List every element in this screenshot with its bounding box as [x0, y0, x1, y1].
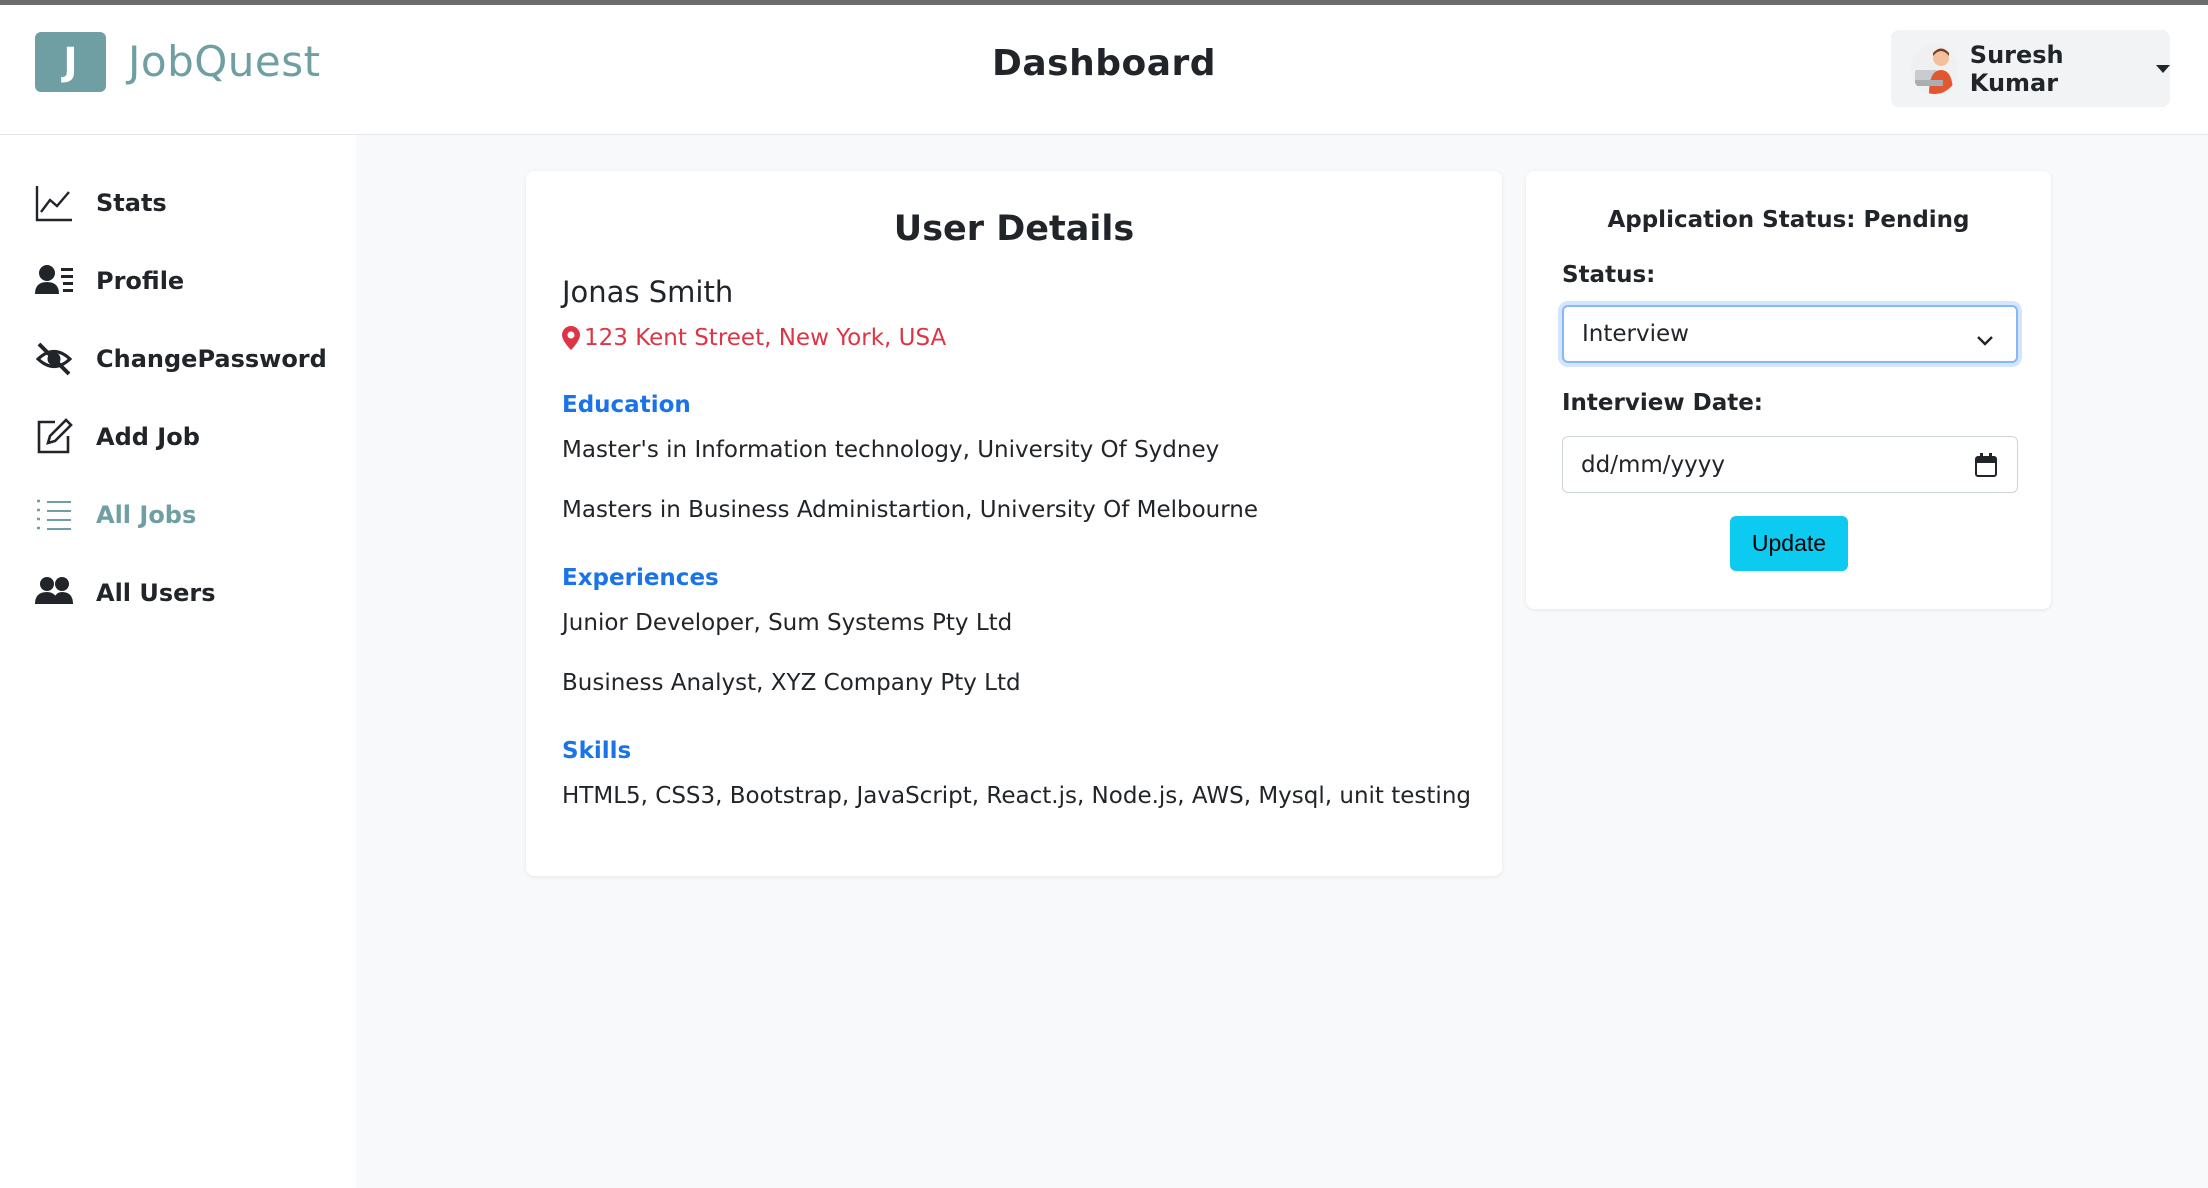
- user-details-card: User Details Jonas Smith 123 Kent Street…: [526, 171, 1502, 876]
- sidebar: Stats Profile ChangePassword Add Job All…: [0, 135, 356, 1188]
- education-heading: Education: [562, 392, 691, 418]
- sidebar-item-all-users[interactable]: All Users: [35, 568, 216, 618]
- sidebar-item-change-password[interactable]: ChangePassword: [35, 334, 327, 384]
- skills-text: HTML5, CSS3, Bootstrap, JavaScript, Reac…: [562, 783, 1471, 809]
- sidebar-item-all-jobs[interactable]: All Jobs: [35, 490, 196, 540]
- experience-item: Business Analyst, XYZ Company Pty Ltd: [562, 670, 1021, 696]
- user-menu-button[interactable]: Suresh Kumar: [1891, 30, 2170, 107]
- list-icon: [35, 496, 73, 534]
- address: 123 Kent Street, New York, USA: [562, 325, 946, 351]
- interview-date-label: Interview Date:: [1562, 390, 1764, 416]
- interview-date-input[interactable]: dd/mm/yyyy: [1562, 436, 2018, 493]
- page-title: Dashboard: [991, 43, 1217, 84]
- date-placeholder: dd/mm/yyyy: [1581, 451, 1725, 478]
- sidebar-item-profile[interactable]: Profile: [35, 256, 184, 306]
- profile-card-icon: [35, 262, 73, 300]
- application-status-heading: Application Status: Pending: [1607, 207, 1970, 233]
- education-item: Masters in Business Administartion, Univ…: [562, 497, 1259, 523]
- sidebar-item-label: All Jobs: [96, 501, 197, 529]
- eye-slash-icon: [35, 340, 73, 378]
- application-status-card: Application Status: Pending Status: Inte…: [1526, 171, 2051, 609]
- sidebar-item-label: Add Job: [96, 423, 200, 451]
- avatar: [1911, 43, 1958, 94]
- status-select[interactable]: Interview: [1562, 305, 2018, 363]
- map-marker-icon: [562, 326, 580, 350]
- top-header: J JobQuest Dashboard Suresh Kumar: [0, 5, 2208, 135]
- update-button[interactable]: Update: [1730, 516, 1848, 571]
- skills-heading: Skills: [562, 738, 632, 764]
- caret-down-icon: [2156, 64, 2170, 73]
- status-select-value: Interview: [1582, 321, 1689, 347]
- applicant-name: Jonas Smith: [562, 275, 734, 309]
- calendar-icon[interactable]: [1975, 453, 1997, 483]
- card-title: User Details: [893, 209, 1135, 249]
- edit-icon: [35, 418, 73, 456]
- users-icon: [35, 574, 73, 612]
- experience-item: Junior Developer, Sum Systems Pty Ltd: [562, 610, 1013, 636]
- chevron-down-icon: [1976, 327, 1994, 353]
- sidebar-item-label: Profile: [96, 267, 185, 295]
- status-label: Status:: [1562, 262, 1656, 288]
- sidebar-item-label: ChangePassword: [96, 345, 327, 373]
- sidebar-item-add-job[interactable]: Add Job: [35, 412, 200, 462]
- address-text: 123 Kent Street, New York, USA: [584, 325, 947, 351]
- sidebar-item-label: Stats: [96, 189, 167, 217]
- sidebar-item-label: All Users: [96, 579, 216, 607]
- user-name: Suresh Kumar: [1969, 40, 2064, 97]
- education-item: Master's in Information technology, Univ…: [562, 437, 1220, 463]
- chart-line-icon: [35, 184, 73, 222]
- experiences-heading: Experiences: [562, 565, 719, 591]
- sidebar-item-stats[interactable]: Stats: [35, 178, 167, 228]
